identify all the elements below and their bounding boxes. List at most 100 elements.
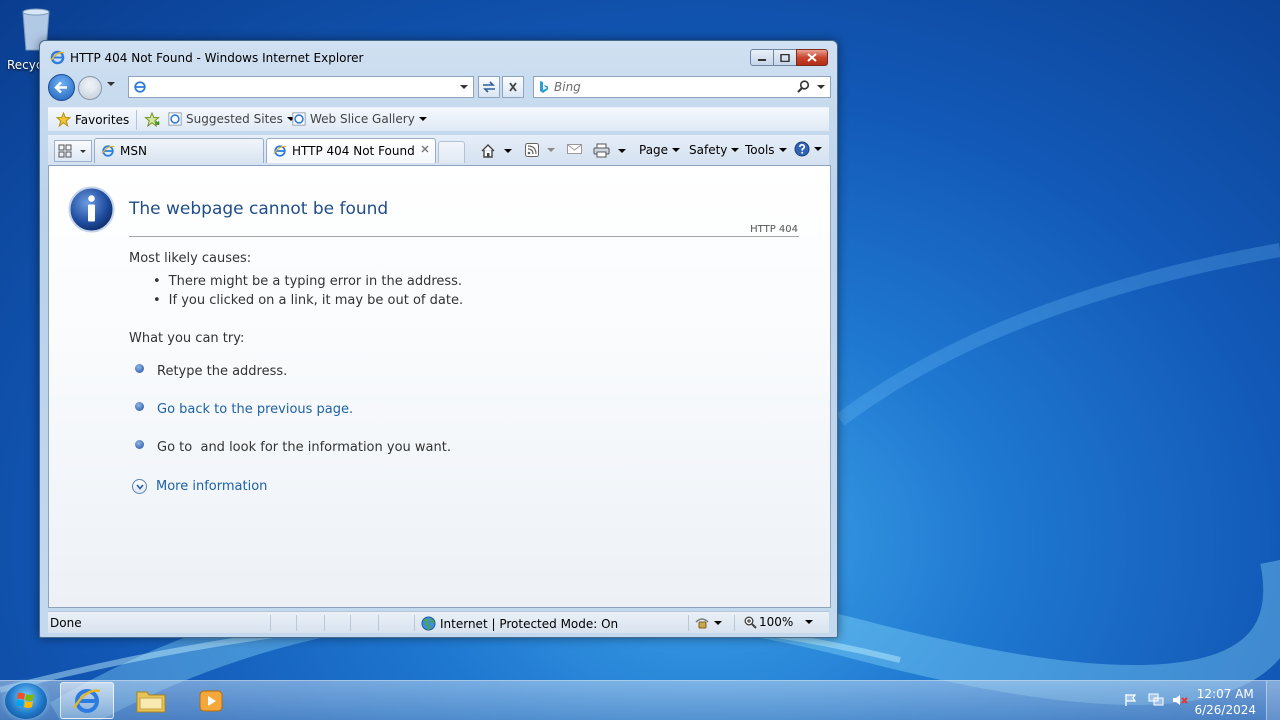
search-icon[interactable] bbox=[797, 80, 810, 93]
favorites-button[interactable]: Favorites bbox=[56, 112, 129, 127]
taskbar-internet-explorer[interactable] bbox=[60, 682, 114, 719]
web-slice-gallery-label: Web Slice Gallery bbox=[310, 112, 415, 126]
status-separator bbox=[350, 615, 351, 631]
causes-list: There might be a typing error in the add… bbox=[155, 272, 463, 310]
web-slice-gallery-item[interactable]: Web Slice Gallery bbox=[292, 112, 427, 126]
http-status-code: HTTP 404 bbox=[750, 224, 798, 235]
search-options-dropdown-icon[interactable] bbox=[816, 83, 826, 91]
internet-explorer-icon bbox=[72, 688, 101, 713]
ie-window: HTTP 404 Not Found - Windows Internet Ex… bbox=[39, 40, 838, 638]
maximize-button[interactable] bbox=[773, 49, 797, 66]
try-item-retype-text: Retype the address. bbox=[157, 364, 288, 379]
zoom-control[interactable]: 100% bbox=[744, 615, 814, 629]
new-tab-button[interactable] bbox=[438, 141, 465, 163]
more-information-link[interactable]: More information bbox=[156, 479, 267, 494]
system-tray: 12:07 AM 6/26/2024 bbox=[1100, 681, 1280, 720]
rss-feed-icon bbox=[525, 143, 539, 157]
taskbar: 12:07 AM 6/26/2024 bbox=[0, 680, 1280, 720]
tab-http-404[interactable]: HTTP 404 Not Found bbox=[266, 138, 436, 163]
minimize-button[interactable] bbox=[750, 49, 774, 66]
protected-mode-button[interactable] bbox=[694, 615, 722, 630]
page-ie-icon bbox=[134, 81, 146, 93]
window-title: HTTP 404 Not Found - Windows Internet Ex… bbox=[70, 51, 364, 65]
forward-button[interactable] bbox=[78, 76, 102, 100]
search-box[interactable] bbox=[533, 76, 831, 98]
ie-icon bbox=[50, 50, 65, 65]
stop-button[interactable] bbox=[502, 76, 524, 98]
volume-muted-icon[interactable] bbox=[1172, 693, 1188, 707]
safety-menu[interactable]: Safety bbox=[689, 143, 740, 157]
compatibility-view-button[interactable] bbox=[478, 76, 500, 98]
network-icon[interactable] bbox=[1148, 693, 1164, 707]
close-button[interactable] bbox=[796, 49, 828, 66]
suggested-sites-label: Suggested Sites bbox=[186, 112, 283, 126]
taskbar-windows-explorer[interactable] bbox=[124, 682, 178, 719]
title-bar[interactable]: HTTP 404 Not Found - Windows Internet Ex… bbox=[40, 41, 837, 71]
print-button[interactable] bbox=[593, 143, 626, 158]
blue-bullet-icon bbox=[135, 440, 144, 449]
back-button[interactable] bbox=[48, 74, 75, 101]
clock-date: 6/26/2024 bbox=[1194, 703, 1256, 717]
address-dropdown-icon[interactable] bbox=[459, 83, 469, 91]
protected-mode-icon bbox=[695, 618, 709, 629]
start-button[interactable] bbox=[5, 683, 47, 719]
page-menu[interactable]: Page bbox=[639, 143, 681, 157]
tools-menu[interactable]: Tools bbox=[745, 143, 787, 157]
windows-logo-icon bbox=[16, 692, 34, 708]
help-dropdown-icon bbox=[814, 147, 822, 151]
maximize-icon bbox=[780, 53, 790, 62]
read-mail-button[interactable] bbox=[567, 143, 582, 155]
printer-icon bbox=[593, 143, 610, 158]
mail-icon bbox=[567, 144, 582, 154]
zoom-level: 100% bbox=[759, 615, 794, 629]
action-center-flag-icon[interactable] bbox=[1124, 693, 1138, 707]
search-input[interactable] bbox=[554, 79, 784, 95]
go-back-link[interactable]: Go back to the previous page. bbox=[157, 402, 353, 417]
favorites-bar: Favorites Suggested Sites Web Slice Gall… bbox=[48, 107, 829, 131]
status-separator bbox=[324, 615, 325, 631]
globe-icon bbox=[421, 616, 436, 631]
recycle-bin-label: Recyc bbox=[7, 58, 43, 72]
navigation-bar bbox=[48, 74, 831, 101]
tab-msn-label: MSN bbox=[120, 144, 147, 158]
show-desktop-button[interactable] bbox=[1266, 681, 1280, 720]
more-information-toggle[interactable]: More information bbox=[132, 479, 267, 494]
security-zone[interactable]: Internet | Protected Mode: On bbox=[421, 616, 618, 631]
quick-tabs-button[interactable] bbox=[54, 140, 92, 162]
list-item: If you clicked on a link, it may be out … bbox=[155, 291, 463, 310]
web-slice-gallery-icon bbox=[292, 112, 306, 126]
status-separator bbox=[296, 615, 297, 631]
suggested-sites-item[interactable]: Suggested Sites bbox=[168, 112, 295, 126]
add-favorite-star-icon bbox=[144, 112, 160, 127]
recent-pages-dropdown-icon[interactable] bbox=[106, 80, 116, 88]
tab-close-icon[interactable] bbox=[420, 144, 430, 154]
title-divider bbox=[129, 236, 799, 237]
status-separator bbox=[378, 615, 379, 631]
help-button[interactable] bbox=[794, 141, 822, 157]
clock[interactable]: 12:07 AM 6/26/2024 bbox=[1194, 686, 1256, 718]
add-to-favorites-bar-button[interactable] bbox=[144, 112, 160, 127]
taskbar-media-player[interactable] bbox=[184, 682, 238, 719]
page-title: The webpage cannot be found bbox=[129, 199, 389, 219]
try-item-go-back[interactable]: Go back to the previous page. bbox=[135, 402, 353, 417]
home-dropdown-icon bbox=[504, 149, 512, 153]
expand-chevron-icon bbox=[132, 479, 147, 494]
tab-http-404-label: HTTP 404 Not Found bbox=[292, 144, 415, 158]
tab-row: MSN HTTP 404 Not Found Page Safety Tools bbox=[48, 135, 829, 165]
try-heading: What you can try: bbox=[129, 331, 245, 346]
tab-msn[interactable]: MSN bbox=[94, 138, 264, 163]
status-separator bbox=[688, 615, 689, 631]
status-separator bbox=[270, 615, 271, 631]
feeds-button[interactable] bbox=[525, 143, 555, 157]
home-button[interactable] bbox=[480, 143, 512, 159]
stop-icon bbox=[509, 82, 517, 92]
status-separator bbox=[414, 615, 415, 631]
status-text: Done bbox=[50, 616, 82, 630]
address-bar[interactable] bbox=[128, 76, 474, 98]
back-arrow-icon bbox=[54, 81, 67, 94]
bing-logo-icon bbox=[540, 81, 548, 93]
protected-mode-dropdown-icon bbox=[714, 620, 722, 625]
tools-menu-label: Tools bbox=[745, 143, 775, 157]
media-player-icon bbox=[199, 690, 223, 711]
address-input[interactable] bbox=[151, 79, 451, 95]
